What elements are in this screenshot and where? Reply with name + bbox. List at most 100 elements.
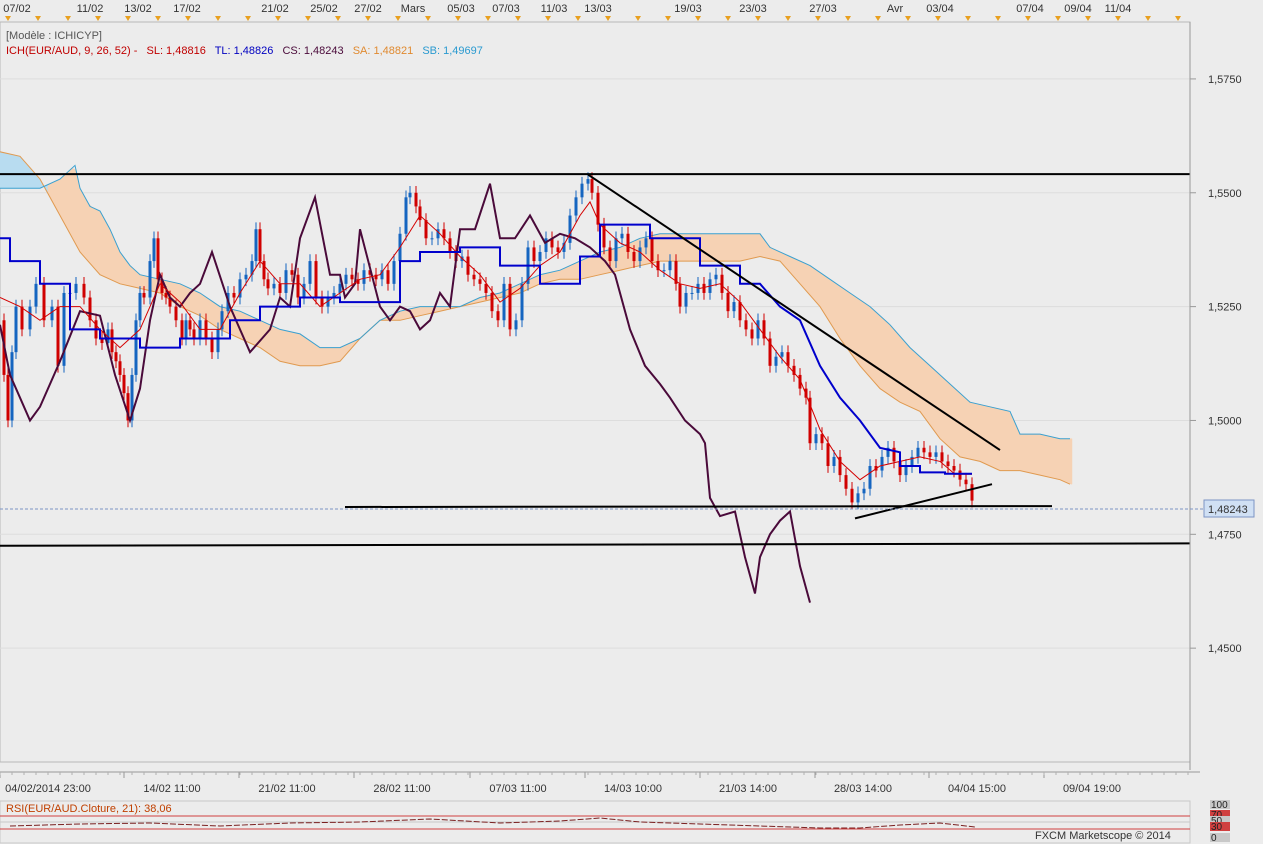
kumo-segment <box>283 329 289 364</box>
kumo-segment <box>195 290 201 317</box>
top-axis-label: 11/02 <box>77 3 104 15</box>
candle-body <box>308 261 312 284</box>
top-axis-marker <box>185 16 191 21</box>
top-axis-label: 17/02 <box>173 3 201 15</box>
candle-body <box>502 283 506 321</box>
kumo-segment <box>7 153 13 189</box>
candle-body <box>820 434 824 444</box>
top-axis-marker <box>155 16 161 21</box>
candle-body <box>904 466 908 476</box>
top-axis-marker <box>575 16 581 21</box>
kumo-segment <box>1043 434 1049 478</box>
price-axis-labels: 1,5750 1,5500 1,5250 1,5000 1,4750 1,4500 <box>1190 74 1242 655</box>
kumo-segment <box>271 325 277 360</box>
kumo-segment <box>139 274 145 290</box>
kumo-segment <box>275 327 281 362</box>
candle-body <box>940 452 944 462</box>
rsi-level-label: 30 <box>1211 822 1223 833</box>
kumo-segment <box>903 340 909 407</box>
candle-body <box>180 320 184 339</box>
candle-body <box>20 306 24 330</box>
kumo-segment <box>555 269 561 281</box>
chart-canvas[interactable]: 07/02 11/02 13/02 17/02 21/02 25/02 27/02 Mars 0… <box>0 0 1263 844</box>
rsi-levels: 1007050300 <box>1210 800 1230 844</box>
kumo-segment <box>143 275 149 291</box>
candle-body <box>532 247 536 262</box>
kumo-segment <box>987 406 993 468</box>
time-axis-label: 09/04 19:00 <box>1063 783 1121 795</box>
kumo-segment <box>907 344 913 409</box>
top-axis-marker <box>725 16 731 21</box>
kumo-segment <box>847 291 853 356</box>
candle-body <box>466 256 470 275</box>
candle-body <box>714 274 718 280</box>
candle-body <box>290 270 294 275</box>
candle-body <box>56 306 60 366</box>
candle-body <box>490 292 494 312</box>
rsi-level-label: 0 <box>1211 833 1217 844</box>
kumo-segment <box>211 300 217 328</box>
candle-body <box>414 192 418 207</box>
kumo-segment <box>19 155 25 189</box>
kumo-segment <box>915 352 921 412</box>
candle-body <box>338 283 342 293</box>
candle-body <box>258 229 262 262</box>
candle-body <box>856 493 860 503</box>
candle-body <box>826 443 830 466</box>
candle-body <box>756 320 760 339</box>
kumo-segment <box>95 208 101 276</box>
kumo-segment <box>1003 409 1009 471</box>
top-axis-marker <box>815 16 821 21</box>
legend-model: [Modèle : ICHICYP] <box>6 30 108 42</box>
candle-body <box>934 452 938 457</box>
kumo-segment <box>983 405 989 466</box>
kumo-segment <box>619 245 625 271</box>
kumo-segment <box>703 233 709 262</box>
kumo-segment <box>935 370 941 440</box>
kumo-segment <box>415 306 421 317</box>
kumo-segment <box>1027 433 1033 474</box>
kumo-segment <box>151 277 157 293</box>
kumo-segment <box>419 306 425 317</box>
kumo-segment <box>751 233 757 259</box>
legend-sl: SL: 1,48816 <box>146 45 206 57</box>
kumo-segment <box>299 333 305 367</box>
candle-body <box>650 238 654 262</box>
candle-body <box>684 292 688 307</box>
kumo-segment <box>311 341 317 367</box>
kumo-segment <box>587 255 593 278</box>
candle-body <box>544 238 548 252</box>
price-tick-label: 1,5750 <box>1208 74 1242 86</box>
legend-ich: ICH(EUR/AUD, 9, 26, 52) - <box>6 45 138 57</box>
top-axis-marker <box>1175 16 1181 21</box>
kumo-segment <box>15 155 21 189</box>
plot-area[interactable] <box>0 21 1191 763</box>
last-price-label: 1,48243 <box>1208 504 1248 516</box>
kumo-segment <box>743 233 749 261</box>
kumo-segment <box>207 297 213 325</box>
top-axis-marker <box>215 16 221 21</box>
top-axis-marker <box>455 16 461 21</box>
kumo-segment <box>879 315 885 392</box>
candle-body <box>278 283 282 293</box>
candle-body <box>574 197 578 216</box>
kumo-segment <box>1007 410 1013 471</box>
candle-body <box>142 292 146 298</box>
time-axis-ticks <box>0 772 1189 778</box>
candle-body <box>678 283 682 307</box>
kumo-segment <box>735 233 741 262</box>
candle-body <box>774 356 778 366</box>
candle-body <box>580 183 584 198</box>
kumo-segment <box>1019 433 1025 472</box>
candle-body <box>922 447 926 453</box>
top-axis-label: 11/03 <box>541 3 568 15</box>
time-axis-label: 14/02 11:00 <box>143 783 200 795</box>
candle-body <box>156 238 160 280</box>
candle-body <box>184 320 188 339</box>
candle-body <box>424 220 428 239</box>
kumo-segment <box>571 262 577 280</box>
top-axis-marker <box>5 16 11 21</box>
candle-body <box>134 320 138 375</box>
candle-body <box>586 179 590 184</box>
top-axis-marker <box>365 16 371 21</box>
